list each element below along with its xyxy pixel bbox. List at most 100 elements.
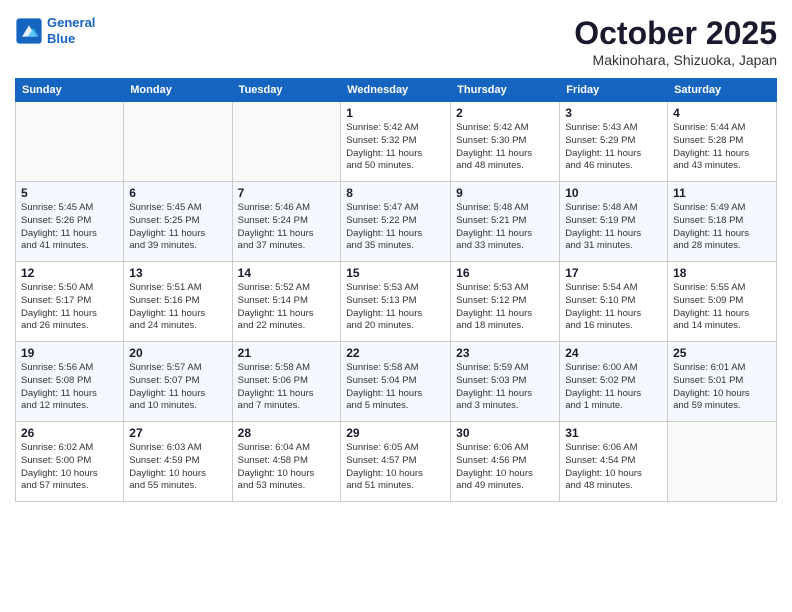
day-info: Sunrise: 5:48 AM Sunset: 5:19 PM Dayligh… — [565, 202, 662, 253]
week-row-5: 26 Sunrise: 6:02 AM Sunset: 5:00 PM Dayli… — [16, 422, 777, 502]
day-info: Sunrise: 5:45 AM Sunset: 5:25 PM Dayligh… — [129, 202, 226, 253]
day-number: 5 — [21, 186, 118, 200]
week-row-1: 1Sunrise: 5:42 AM Sunset: 5:32 PM Daylig… — [16, 102, 777, 182]
day-cell — [232, 102, 341, 182]
day-info: Sunrise: 5:52 AM Sunset: 5:14 PM Dayligh… — [238, 282, 336, 333]
day-number: 19 — [21, 346, 118, 360]
day-cell: 30 Sunrise: 6:06 AM Sunset: 4:56 PM Dayli… — [451, 422, 560, 502]
day-info: Sunrise: 6:02 AM Sunset: 5:00 PM Dayligh… — [21, 442, 118, 493]
day-cell: 18 Sunrise: 5:55 AM Sunset: 5:09 PM Dayli… — [668, 262, 777, 342]
day-number: 30 — [456, 426, 554, 440]
day-number: 15 — [346, 266, 445, 280]
day-info: Sunrise: 5:42 AM Sunset: 5:30 PM Dayligh… — [456, 122, 554, 173]
weekday-header-thursday: Thursday — [451, 79, 560, 102]
weekday-header-tuesday: Tuesday — [232, 79, 341, 102]
day-cell: 8 Sunrise: 5:47 AM Sunset: 5:22 PM Daylig… — [341, 182, 451, 262]
day-number: 23 — [456, 346, 554, 360]
day-cell: 6 Sunrise: 5:45 AM Sunset: 5:25 PM Daylig… — [124, 182, 232, 262]
week-row-4: 19 Sunrise: 5:56 AM Sunset: 5:08 PM Dayli… — [16, 342, 777, 422]
day-info: Sunrise: 5:58 AM Sunset: 5:04 PM Dayligh… — [346, 362, 445, 413]
day-info: Sunrise: 5:48 AM Sunset: 5:21 PM Dayligh… — [456, 202, 554, 253]
day-number: 21 — [238, 346, 336, 360]
week-row-3: 12Sunrise: 5:50 AM Sunset: 5:17 PM Dayli… — [16, 262, 777, 342]
day-info: Sunrise: 6:06 AM Sunset: 4:54 PM Dayligh… — [565, 442, 662, 493]
day-number: 22 — [346, 346, 445, 360]
day-cell: 3 Sunrise: 5:43 AM Sunset: 5:29 PM Daylig… — [560, 102, 668, 182]
day-info: Sunrise: 6:03 AM Sunset: 4:59 PM Dayligh… — [129, 442, 226, 493]
day-cell: 31 Sunrise: 6:06 AM Sunset: 4:54 PM Dayli… — [560, 422, 668, 502]
day-number: 1 — [346, 106, 445, 120]
day-info: Sunrise: 5:59 AM Sunset: 5:03 PM Dayligh… — [456, 362, 554, 413]
day-number: 31 — [565, 426, 662, 440]
day-info: Sunrise: 5:57 AM Sunset: 5:07 PM Dayligh… — [129, 362, 226, 413]
day-cell: 14Sunrise: 5:52 AM Sunset: 5:14 PM Dayli… — [232, 262, 341, 342]
day-cell: 2Sunrise: 5:42 AM Sunset: 5:30 PM Daylig… — [451, 102, 560, 182]
day-info: Sunrise: 6:05 AM Sunset: 4:57 PM Dayligh… — [346, 442, 445, 493]
day-cell: 26 Sunrise: 6:02 AM Sunset: 5:00 PM Dayli… — [16, 422, 124, 502]
day-info: Sunrise: 5:56 AM Sunset: 5:08 PM Dayligh… — [21, 362, 118, 413]
logo-line1: General — [47, 15, 95, 30]
day-info: Sunrise: 6:04 AM Sunset: 4:58 PM Dayligh… — [238, 442, 336, 493]
day-cell — [668, 422, 777, 502]
title-block: October 2025 Makinohara, Shizuoka, Japan — [574, 15, 777, 68]
day-number: 17 — [565, 266, 662, 280]
day-info: Sunrise: 5:44 AM Sunset: 5:28 PM Dayligh… — [673, 122, 771, 173]
day-number: 10 — [565, 186, 662, 200]
day-info: Sunrise: 6:01 AM Sunset: 5:01 PM Dayligh… — [673, 362, 771, 413]
weekday-header-saturday: Saturday — [668, 79, 777, 102]
day-info: Sunrise: 5:43 AM Sunset: 5:29 PM Dayligh… — [565, 122, 662, 173]
day-cell: 21 Sunrise: 5:58 AM Sunset: 5:06 PM Dayli… — [232, 342, 341, 422]
day-info: Sunrise: 5:51 AM Sunset: 5:16 PM Dayligh… — [129, 282, 226, 333]
day-cell: 1Sunrise: 5:42 AM Sunset: 5:32 PM Daylig… — [341, 102, 451, 182]
day-info: Sunrise: 5:54 AM Sunset: 5:10 PM Dayligh… — [565, 282, 662, 333]
day-number: 8 — [346, 186, 445, 200]
logo-text: General Blue — [47, 15, 95, 46]
day-info: Sunrise: 5:47 AM Sunset: 5:22 PM Dayligh… — [346, 202, 445, 253]
day-info: Sunrise: 6:06 AM Sunset: 4:56 PM Dayligh… — [456, 442, 554, 493]
day-cell: 10 Sunrise: 5:48 AM Sunset: 5:19 PM Dayli… — [560, 182, 668, 262]
day-cell: 7Sunrise: 5:46 AM Sunset: 5:24 PM Daylig… — [232, 182, 341, 262]
day-cell: 25Sunrise: 6:01 AM Sunset: 5:01 PM Dayli… — [668, 342, 777, 422]
day-cell: 15 Sunrise: 5:53 AM Sunset: 5:13 PM Dayli… — [341, 262, 451, 342]
week-row-2: 5 Sunrise: 5:45 AM Sunset: 5:26 PM Daylig… — [16, 182, 777, 262]
day-number: 28 — [238, 426, 336, 440]
day-number: 6 — [129, 186, 226, 200]
day-info: Sunrise: 5:53 AM Sunset: 5:13 PM Dayligh… — [346, 282, 445, 333]
day-number: 13 — [129, 266, 226, 280]
day-info: Sunrise: 6:00 AM Sunset: 5:02 PM Dayligh… — [565, 362, 662, 413]
day-number: 26 — [21, 426, 118, 440]
day-info: Sunrise: 5:55 AM Sunset: 5:09 PM Dayligh… — [673, 282, 771, 333]
day-cell: 23 Sunrise: 5:59 AM Sunset: 5:03 PM Dayli… — [451, 342, 560, 422]
day-number: 29 — [346, 426, 445, 440]
logo-line2: Blue — [47, 31, 75, 46]
day-info: Sunrise: 5:50 AM Sunset: 5:17 PM Dayligh… — [21, 282, 118, 333]
day-info: Sunrise: 5:49 AM Sunset: 5:18 PM Dayligh… — [673, 202, 771, 253]
day-cell: 16Sunrise: 5:53 AM Sunset: 5:12 PM Dayli… — [451, 262, 560, 342]
day-number: 9 — [456, 186, 554, 200]
page-header: General Blue October 2025 Makinohara, Sh… — [15, 15, 777, 68]
day-cell: 11Sunrise: 5:49 AM Sunset: 5:18 PM Dayli… — [668, 182, 777, 262]
day-number: 18 — [673, 266, 771, 280]
logo-icon — [15, 17, 43, 45]
day-cell: 17 Sunrise: 5:54 AM Sunset: 5:10 PM Dayli… — [560, 262, 668, 342]
day-number: 4 — [673, 106, 771, 120]
weekday-header-sunday: Sunday — [16, 79, 124, 102]
day-cell: 13 Sunrise: 5:51 AM Sunset: 5:16 PM Dayli… — [124, 262, 232, 342]
weekday-header-wednesday: Wednesday — [341, 79, 451, 102]
location-subtitle: Makinohara, Shizuoka, Japan — [574, 52, 777, 68]
day-cell: 24 Sunrise: 6:00 AM Sunset: 5:02 PM Dayli… — [560, 342, 668, 422]
weekday-header-row: SundayMondayTuesdayWednesdayThursdayFrid… — [16, 79, 777, 102]
weekday-header-monday: Monday — [124, 79, 232, 102]
day-number: 20 — [129, 346, 226, 360]
day-number: 7 — [238, 186, 336, 200]
day-number: 24 — [565, 346, 662, 360]
day-info: Sunrise: 5:45 AM Sunset: 5:26 PM Dayligh… — [21, 202, 118, 253]
logo: General Blue — [15, 15, 95, 46]
day-number: 3 — [565, 106, 662, 120]
weekday-header-friday: Friday — [560, 79, 668, 102]
day-cell — [16, 102, 124, 182]
day-cell: 12Sunrise: 5:50 AM Sunset: 5:17 PM Dayli… — [16, 262, 124, 342]
day-info: Sunrise: 5:58 AM Sunset: 5:06 PM Dayligh… — [238, 362, 336, 413]
day-cell: 22 Sunrise: 5:58 AM Sunset: 5:04 PM Dayli… — [341, 342, 451, 422]
day-number: 27 — [129, 426, 226, 440]
